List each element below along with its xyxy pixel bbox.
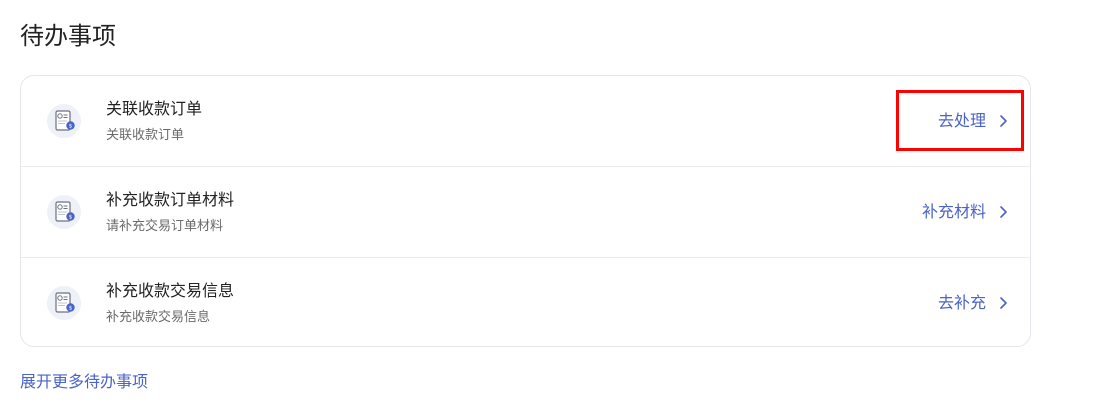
chevron-right-icon [998,114,1008,128]
todo-item-subtitle: 请补充交易订单材料 [106,219,224,234]
section-title: 待办事项 [20,22,116,50]
todo-item-link-order: $ 关联收款订单 关联收款订单 去处理 [21,76,1030,167]
document-coin-icon: $ [47,104,81,138]
go-supplement-button[interactable]: 去补充 [938,291,1008,315]
todo-page: 待办事项 $ 关联收款订单 关联收款订单 去处理 $ 补充收款订单材料 请补充交… [0,0,1101,419]
action-label: 去处理 [937,111,986,130]
todo-item-title: 关联收款订单 [106,99,203,118]
svg-text:$: $ [69,306,73,312]
go-process-button[interactable]: 去处理 [938,109,1008,133]
expand-more-link[interactable]: 展开更多待办事项 [20,370,148,394]
document-coin-icon: $ [47,286,81,320]
todo-item-supplement-info: $ 补充收款交易信息 补充收款交易信息 去补充 [21,258,1030,346]
todo-item-subtitle: 补充收款交易信息 [106,310,211,325]
todo-item-title: 补充收款交易信息 [106,281,235,300]
todo-item-title: 补充收款订单材料 [106,190,235,209]
chevron-right-icon [998,296,1008,310]
todo-item-supplement-materials: $ 补充收款订单材料 请补充交易订单材料 补充材料 [21,167,1030,258]
action-label: 补充材料 [921,202,986,221]
supplement-materials-button[interactable]: 补充材料 [922,200,1008,224]
todo-item-subtitle: 关联收款订单 [106,128,185,143]
svg-text:$: $ [69,215,73,221]
svg-text:$: $ [69,124,73,130]
todo-list-card: $ 关联收款订单 关联收款订单 去处理 $ 补充收款订单材料 请补充交易订单材料… [20,75,1031,347]
action-label: 去补充 [937,293,986,312]
chevron-right-icon [998,205,1008,219]
document-coin-icon: $ [47,195,81,229]
